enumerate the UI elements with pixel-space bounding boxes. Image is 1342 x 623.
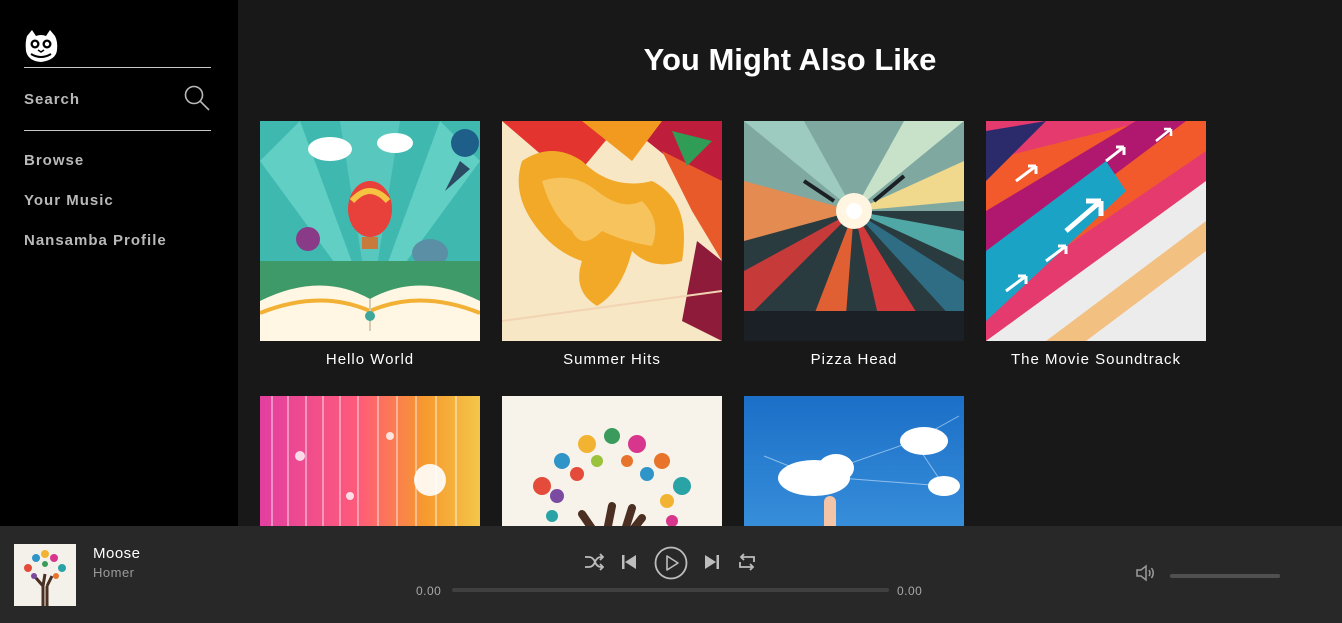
volume-fill (1170, 574, 1280, 578)
playlist-card[interactable] (260, 396, 480, 526)
playlist-title: The Movie Soundtrack (1010, 351, 1182, 368)
search-label: Search (24, 91, 81, 108)
playlist-cover[interactable] (502, 121, 722, 341)
page-title: You Might Also Like (643, 42, 937, 77)
playlist-card[interactable]: Hello World (260, 121, 480, 369)
playlist-title: Pizza Head (810, 351, 898, 368)
search-field[interactable]: Search (24, 84, 211, 114)
play-icon[interactable] (654, 546, 688, 580)
sidebar-nav: Browse Your Music Nansamba Profile (24, 152, 167, 272)
playlist-title: Summer Hits (563, 351, 661, 368)
sidebar-item-browse[interactable]: Browse (24, 152, 167, 192)
playlist-cover[interactable] (986, 121, 1206, 341)
cat-logo-icon[interactable] (24, 28, 58, 64)
playlist-cover[interactable] (260, 396, 480, 526)
playlist-title: Hello World (325, 351, 415, 368)
sidebar: Search Browse Your Music Nansamba Profil… (0, 0, 238, 526)
main-content: You Might Also Like Hello World Summer H… (238, 0, 1342, 526)
playlist-card[interactable]: Pizza Head (744, 121, 964, 369)
previous-icon[interactable] (621, 554, 637, 570)
sidebar-divider-top (24, 67, 211, 68)
track-artist[interactable]: Homer (93, 565, 135, 580)
time-total: 0.00 (897, 584, 923, 598)
progress-bar[interactable] (452, 588, 889, 592)
playlist-card[interactable]: Summer Hits (502, 121, 722, 369)
now-playing-cover[interactable] (14, 544, 76, 606)
player-bar: Moose Homer 0.00 0.00 (0, 526, 1342, 623)
shuffle-icon[interactable] (584, 553, 605, 571)
playlist-card[interactable] (502, 396, 722, 526)
volume-slider[interactable] (1170, 574, 1280, 578)
next-icon[interactable] (704, 554, 720, 570)
sidebar-item-profile[interactable]: Nansamba Profile (24, 232, 167, 272)
playlist-cover[interactable] (744, 396, 964, 526)
sidebar-divider-bottom (24, 130, 211, 131)
volume-icon[interactable] (1135, 563, 1157, 583)
playlist-cover[interactable] (502, 396, 722, 526)
time-current: 0.00 (416, 584, 442, 598)
repeat-icon[interactable] (737, 553, 757, 571)
playlist-cover[interactable] (260, 121, 480, 341)
search-icon[interactable] (183, 84, 211, 112)
playlist-card[interactable] (744, 396, 964, 526)
sidebar-item-your-music[interactable]: Your Music (24, 192, 167, 232)
playlist-cover[interactable] (744, 121, 964, 341)
track-title: Moose (93, 545, 141, 562)
playlist-card[interactable]: The Movie Soundtrack (986, 121, 1206, 369)
